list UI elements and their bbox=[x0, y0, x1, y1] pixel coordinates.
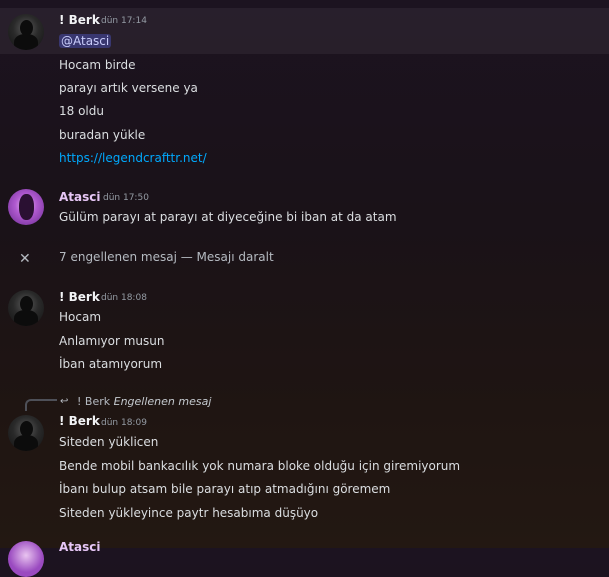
message-line: buradan yükle bbox=[59, 128, 146, 142]
message-link[interactable]: https://legendcrafttr.net/ bbox=[59, 151, 207, 165]
message-line: Siteden yükleyince paytr hesabıma düşüyo bbox=[59, 506, 319, 520]
timestamp: dün 17:50 bbox=[103, 193, 149, 203]
message-line: İbanı bulup atsam bile parayı atıp atmad… bbox=[59, 482, 391, 496]
avatar-berk[interactable] bbox=[8, 14, 44, 50]
reply-author: ! Berk bbox=[77, 395, 111, 408]
reply-arrow-icon: ↩ bbox=[60, 396, 69, 407]
author-name[interactable]: ! Berk bbox=[59, 13, 100, 27]
avatar-atasci[interactable] bbox=[8, 189, 44, 225]
message-line: @Atasci bbox=[59, 34, 112, 48]
message-line: Bende mobil bankacılık yok numara bloke … bbox=[59, 459, 461, 473]
timestamp: dün 18:08 bbox=[101, 293, 147, 303]
message-line: Anlamıyor musun bbox=[59, 334, 165, 348]
avatar-berk[interactable] bbox=[8, 415, 44, 451]
blocked-messages-toggle[interactable]: 7 engellenen mesaj — Mesajı daralt bbox=[59, 250, 274, 264]
message-line: parayı artık versene ya bbox=[59, 81, 198, 95]
message-line: 18 oldu bbox=[59, 104, 104, 118]
message-line: Gülüm parayı at parayı at diyeceğine bi … bbox=[59, 210, 397, 224]
message-line: Hocam birde bbox=[59, 58, 136, 72]
user-mention[interactable]: @Atasci bbox=[59, 34, 112, 48]
message-line: İban atamıyorum bbox=[59, 357, 163, 371]
close-icon[interactable]: ✕ bbox=[19, 251, 31, 267]
author-name[interactable]: Atasci bbox=[59, 190, 101, 204]
author-name[interactable]: ! Berk bbox=[59, 290, 100, 304]
author-name[interactable]: Atasci bbox=[59, 540, 101, 554]
message-line: Hocam bbox=[59, 310, 102, 324]
reply-preview[interactable]: ! Berk Engellenen mesaj bbox=[77, 395, 211, 408]
avatar-berk[interactable] bbox=[8, 290, 44, 326]
reply-connector bbox=[25, 399, 57, 411]
timestamp: dün 18:09 bbox=[101, 418, 147, 428]
author-name[interactable]: ! Berk bbox=[59, 414, 100, 428]
avatar-atasci[interactable] bbox=[8, 541, 44, 577]
reply-content: Engellenen mesaj bbox=[113, 395, 212, 408]
timestamp: dün 17:14 bbox=[101, 16, 147, 26]
message-line: Siteden yüklicen bbox=[59, 435, 159, 449]
